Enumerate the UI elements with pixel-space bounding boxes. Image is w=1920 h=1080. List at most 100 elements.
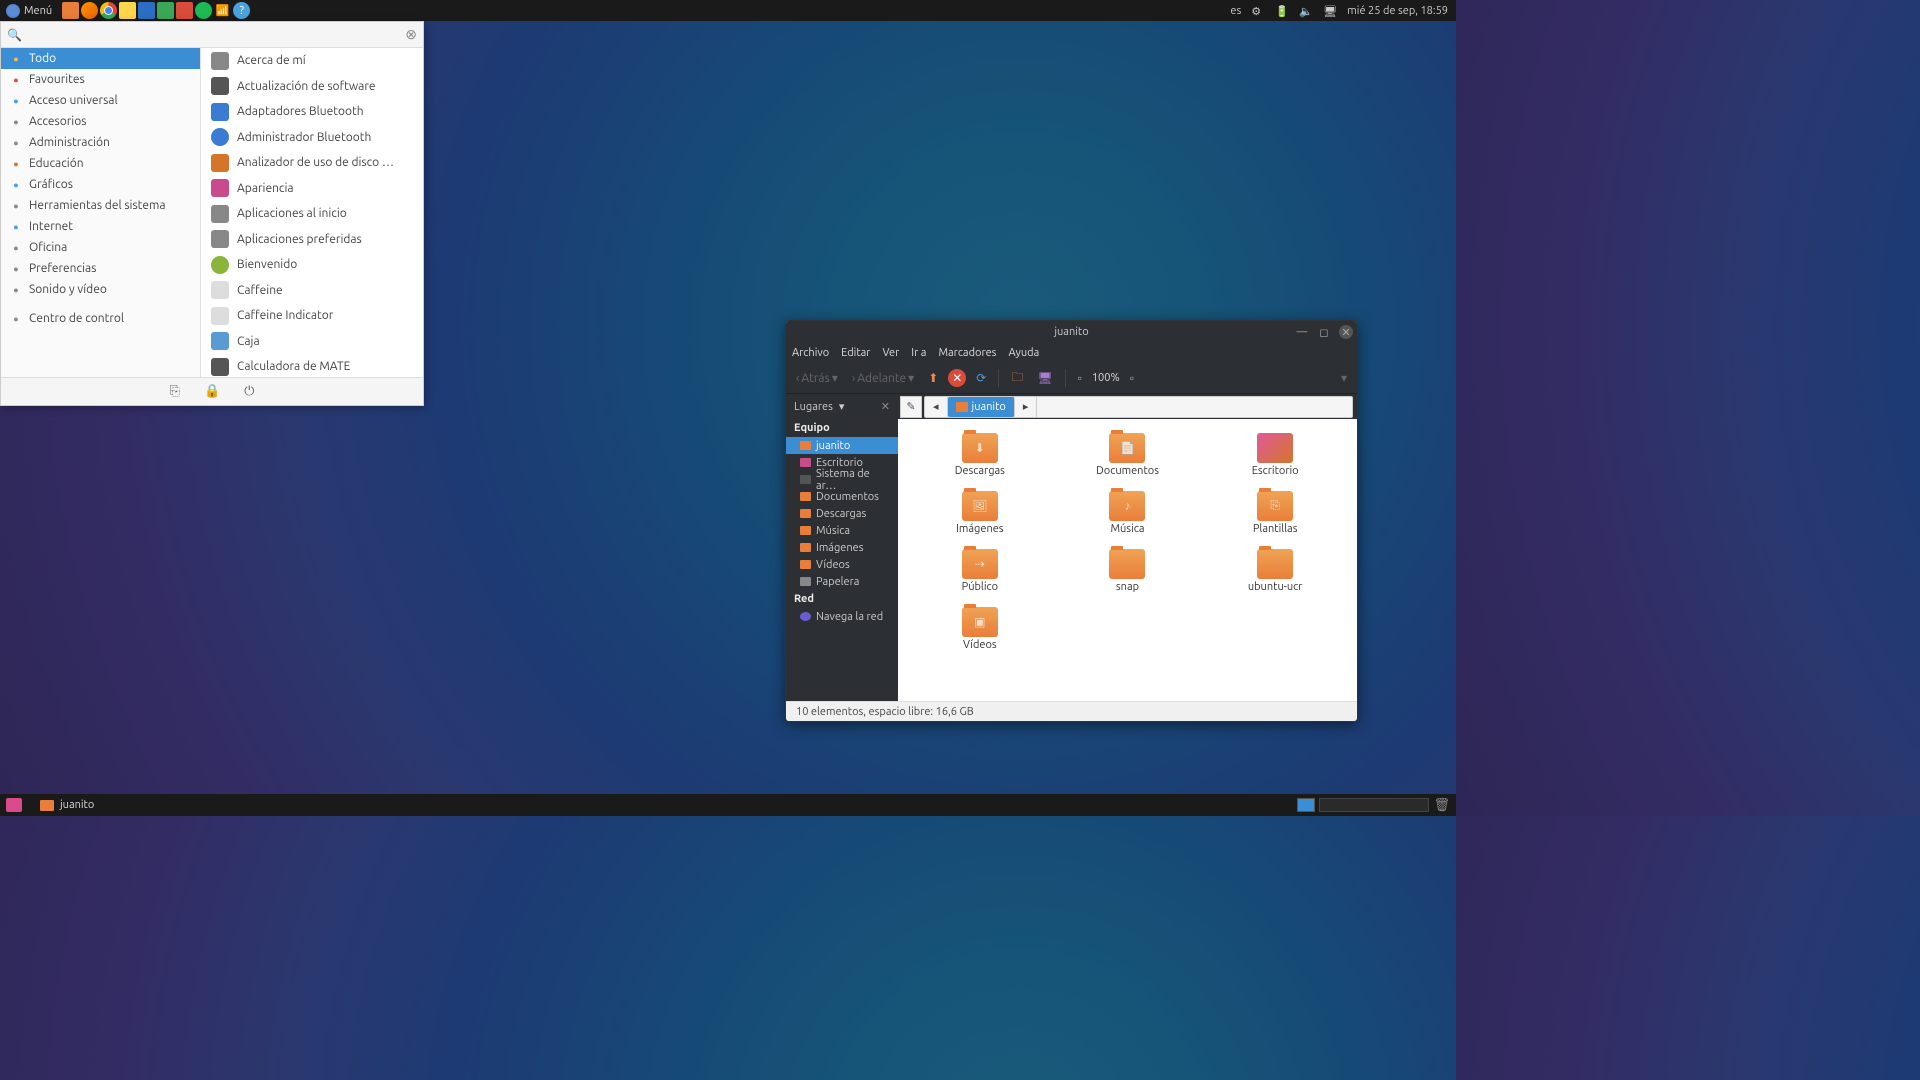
sidebar-item[interactable]: Vídeos xyxy=(786,556,898,573)
bluetooth-tray-icon[interactable]: ⚙ xyxy=(1251,5,1265,17)
spotify-launcher-icon[interactable] xyxy=(195,2,212,19)
menu-search-input[interactable] xyxy=(28,28,405,41)
menu-category[interactable]: ●Administración xyxy=(1,132,200,153)
menu-app-item[interactable]: Aplicaciones al inicio xyxy=(201,201,415,227)
volume-tray-icon[interactable]: 🔈 xyxy=(1299,5,1313,17)
display-tray-icon[interactable]: 🖥 xyxy=(1323,5,1337,17)
nav-back-button[interactable]: ‹ Atrás ▾ xyxy=(792,369,842,387)
fm-menu-item[interactable]: Archivo xyxy=(792,347,829,359)
sidebar-item[interactable]: Música xyxy=(786,522,898,539)
menu-category[interactable]: ●Educación xyxy=(1,153,200,174)
battery-tray-icon[interactable]: 🔋 xyxy=(1275,5,1289,17)
workspace-switcher[interactable] xyxy=(1319,798,1429,812)
menu-app-item[interactable]: Bienvenido xyxy=(201,252,415,278)
file-item[interactable]: ♪Música xyxy=(1054,491,1202,549)
file-item[interactable]: ⎘Plantillas xyxy=(1201,491,1349,549)
fm-menu-item[interactable]: Ayuda xyxy=(1008,347,1039,359)
menu-category[interactable]: ●Preferencias xyxy=(1,258,200,279)
minimize-button[interactable]: — xyxy=(1295,325,1309,339)
menu-app-item[interactable]: Aplicaciones preferidas xyxy=(201,227,415,253)
path-forward-button[interactable]: ▸ xyxy=(1015,397,1038,417)
file-item[interactable]: snap xyxy=(1054,549,1202,607)
sidebar-item[interactable]: Sistema de ar… xyxy=(786,471,898,488)
menu-app-item[interactable]: Calculadora de MATE xyxy=(201,354,415,377)
menu-app-item[interactable]: Analizador de uso de disco … xyxy=(201,150,415,176)
maximize-button[interactable]: ◻ xyxy=(1317,325,1331,339)
menu-category[interactable]: ●Internet xyxy=(1,216,200,237)
places-selector[interactable]: Lugares▾✕ xyxy=(786,400,898,413)
impress-launcher-icon[interactable] xyxy=(176,2,193,19)
sidebar-item[interactable]: juanito xyxy=(786,437,898,454)
menu-category[interactable]: ●Todo xyxy=(1,48,200,69)
file-item[interactable]: ⬇Descargas xyxy=(906,433,1054,491)
edit-path-button[interactable]: ✎ xyxy=(900,396,922,418)
menu-app-item[interactable]: Caja xyxy=(201,329,415,355)
stop-button[interactable]: ✕ xyxy=(948,369,966,387)
mail-launcher-icon[interactable] xyxy=(119,2,136,19)
file-item[interactable]: 🖼Imágenes xyxy=(906,491,1054,549)
sidebar-item[interactable]: Navega la red xyxy=(786,608,898,625)
taskbar-entry[interactable]: juanito xyxy=(30,797,104,813)
show-desktop-button[interactable] xyxy=(6,798,22,812)
menu-category[interactable]: ●Herramientas del sistema xyxy=(1,195,200,216)
menu-app-item[interactable]: Administrador Bluetooth xyxy=(201,125,415,151)
lock-icon[interactable]: 🔒 xyxy=(204,384,220,399)
fm-menu-item[interactable]: Editar xyxy=(841,347,870,359)
sidebar-item[interactable]: Descargas xyxy=(786,505,898,522)
file-item[interactable]: ubuntu-ucr xyxy=(1201,549,1349,607)
menu-category[interactable]: ●Sonido y vídeo xyxy=(1,279,200,300)
file-item[interactable]: 📄Documentos xyxy=(1054,433,1202,491)
fm-titlebar[interactable]: juanito — ◻ ✕ xyxy=(786,321,1357,343)
menu-category[interactable]: ●Accesorios xyxy=(1,111,200,132)
menu-button[interactable]: Menú xyxy=(0,4,58,18)
fm-menu-item[interactable]: Ver xyxy=(882,347,899,359)
wifi-icon[interactable]: 📶 xyxy=(214,2,231,19)
menu-category[interactable]: ●Gráficos xyxy=(1,174,200,195)
sidebar-item[interactable]: Papelera xyxy=(786,573,898,590)
keyboard-layout-indicator[interactable]: es xyxy=(1230,5,1241,17)
path-segment-current[interactable]: juanito xyxy=(948,397,1015,417)
calc-launcher-icon[interactable] xyxy=(157,2,174,19)
close-sidebar-icon[interactable]: ✕ xyxy=(881,400,890,413)
power-icon[interactable]: ⏻ xyxy=(244,384,254,399)
logout-icon[interactable]: ⎘ xyxy=(170,384,180,399)
menu-app-item[interactable]: Adaptadores Bluetooth xyxy=(201,99,415,125)
menu-app-item[interactable]: Acerca de mí xyxy=(201,48,415,74)
nav-up-button[interactable]: ⬆ xyxy=(924,369,942,387)
clock[interactable]: mié 25 de sep, 18:59 xyxy=(1347,5,1448,17)
firefox-launcher-icon[interactable] xyxy=(81,2,98,19)
computer-button[interactable]: 🖥 xyxy=(1033,369,1056,387)
menu-app-item[interactable]: Caffeine xyxy=(201,278,415,304)
nav-forward-button[interactable]: › Adelante ▾ xyxy=(848,369,918,387)
menu-category[interactable]: ●Acceso universal xyxy=(1,90,200,111)
file-item[interactable]: ▣Vídeos xyxy=(906,607,1054,665)
menu-app-item[interactable]: Actualización de software xyxy=(201,74,415,100)
menu-app-item[interactable]: Apariencia xyxy=(201,176,415,202)
path-bar: ◂ juanito ▸ xyxy=(924,396,1353,418)
close-button[interactable]: ✕ xyxy=(1339,325,1353,339)
fm-menu-item[interactable]: Marcadores xyxy=(938,347,996,359)
clear-search-icon[interactable]: ⊗ xyxy=(405,26,417,43)
menu-category[interactable]: ●Oficina xyxy=(1,237,200,258)
files-launcher-icon[interactable] xyxy=(62,2,79,19)
zoom-out-button[interactable]: ▫ xyxy=(1074,369,1086,387)
fm-icon-view[interactable]: ⬇Descargas📄DocumentosEscritorio 🖼Imágenes… xyxy=(898,419,1357,701)
path-back-button[interactable]: ◂ xyxy=(925,397,948,417)
reload-button[interactable]: ⟳ xyxy=(972,369,990,387)
menu-category[interactable]: ●Favourites xyxy=(1,69,200,90)
writer-launcher-icon[interactable] xyxy=(138,2,155,19)
menu-category[interactable]: ●Centro de control xyxy=(1,308,200,329)
workspace-1[interactable] xyxy=(1297,798,1315,812)
sidebar-item[interactable]: Imágenes xyxy=(786,539,898,556)
file-item[interactable]: Escritorio xyxy=(1201,433,1349,491)
menu-apps-list[interactable]: Acerca de míActualización de softwareAda… xyxy=(201,48,423,377)
zoom-in-button[interactable]: ▫ xyxy=(1126,369,1138,387)
view-mode-dropdown[interactable]: ▾ xyxy=(1337,369,1351,387)
help-icon[interactable]: ? xyxy=(233,2,250,19)
fm-menu-item[interactable]: Ir a xyxy=(911,347,926,359)
file-item[interactable]: ⇢Público xyxy=(906,549,1054,607)
trash-icon[interactable]: 🗑 xyxy=(1433,798,1450,813)
home-button[interactable]: 🗀 xyxy=(1007,366,1027,391)
chrome-launcher-icon[interactable] xyxy=(100,2,117,19)
menu-app-item[interactable]: Caffeine Indicator xyxy=(201,303,415,329)
